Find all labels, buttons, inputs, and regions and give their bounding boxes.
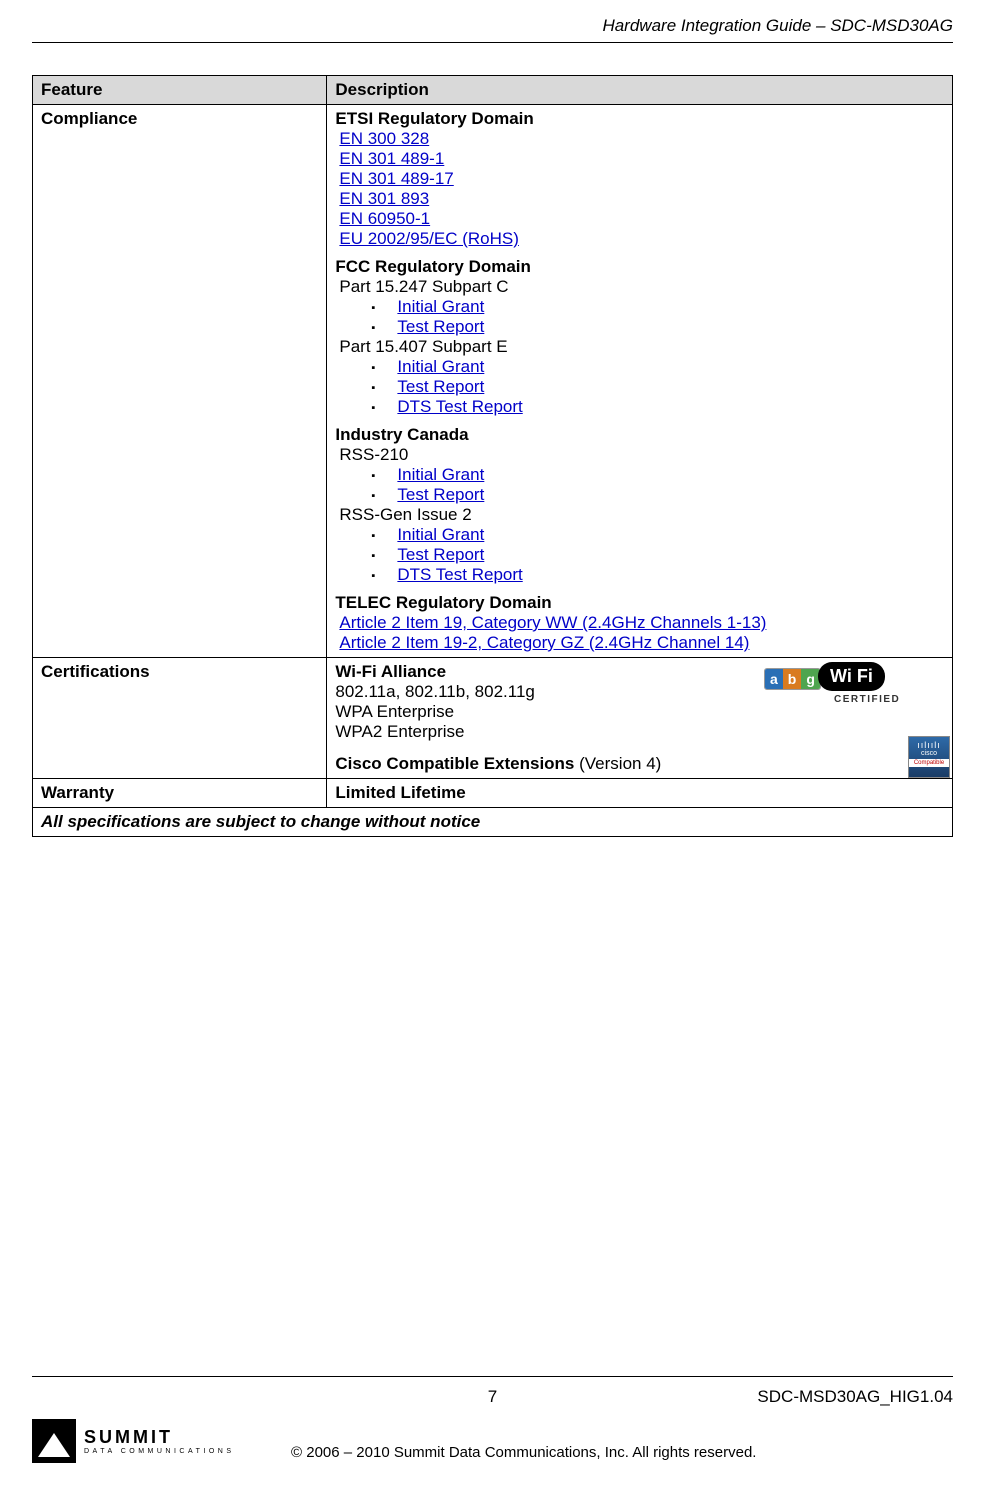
cell-cert-desc: Wi-Fi Alliance 802.11a, 802.11b, 802.11g… [327,658,953,779]
cisco-line: Cisco Compatible Extensions (Version 4) [335,754,761,774]
etsi-link[interactable]: EN 301 489-17 [339,169,453,188]
etsi-link[interactable]: EU 2002/95/EC (RoHS) [339,229,519,248]
wifi-alliance-heading: Wi-Fi Alliance [335,662,761,682]
ic-rssgen-link[interactable]: Initial Grant [397,525,484,544]
spec-table: Feature Description Compliance ETSI Regu… [32,75,953,837]
ic-rssgen-label: RSS-Gen Issue 2 [335,505,944,525]
cisco-rest: (Version 4) [574,754,661,773]
fcc-parte-label: Part 15.407 Subpart E [335,337,944,357]
telec-heading: TELEC Regulatory Domain [335,593,944,613]
header-title: Hardware Integration Guide – SDC-MSD30AG [602,16,953,35]
wifi-line: 802.11a, 802.11b, 802.11g [335,682,761,702]
cell-warranty-value: Limited Lifetime [327,779,953,808]
page-number: 7 [488,1387,497,1407]
telec-link[interactable]: Article 2 Item 19-2, Category GZ (2.4GHz… [339,633,749,652]
summit-logo-icon: SUMMIT DATA COMMUNICATIONS [32,1419,235,1463]
fcc-partc-link[interactable]: Initial Grant [397,297,484,316]
fcc-heading: FCC Regulatory Domain [335,257,944,277]
fcc-partc-link[interactable]: Test Report [397,317,484,336]
row-compliance: Compliance ETSI Regulatory Domain EN 300… [33,105,953,658]
etsi-link[interactable]: EN 301 893 [339,189,429,208]
th-feature: Feature [33,76,327,105]
cell-warranty-feature: Warranty [33,779,327,808]
logo-text-big: SUMMIT [84,1427,235,1448]
cell-compliance-feature: Compliance [33,105,327,658]
cell-notice: All specifications are subject to change… [33,808,953,837]
wifi-line: WPA2 Enterprise [335,722,761,742]
row-notice: All specifications are subject to change… [33,808,953,837]
fcc-parte-link[interactable]: Test Report [397,377,484,396]
fcc-parte-link[interactable]: DTS Test Report [397,397,522,416]
etsi-link[interactable]: EN 301 489-1 [339,149,444,168]
wifi-line: WPA Enterprise [335,702,761,722]
telec-link[interactable]: Article 2 Item 19, Category WW (2.4GHz C… [339,613,766,632]
ic-rss210-link[interactable]: Initial Grant [397,465,484,484]
page-header: Hardware Integration Guide – SDC-MSD30AG [32,0,953,43]
row-warranty: Warranty Limited Lifetime [33,779,953,808]
th-description: Description [327,76,953,105]
ic-rssgen-link[interactable]: DTS Test Report [397,565,522,584]
page-footer: 7 SDC-MSD30AG_HIG1.04 SUMMIT DATA COMMUN… [0,1376,985,1485]
fcc-parte-link[interactable]: Initial Grant [397,357,484,376]
doc-id: SDC-MSD30AG_HIG1.04 [497,1387,953,1407]
etsi-heading: ETSI Regulatory Domain [335,109,944,129]
cisco-bold: Cisco Compatible Extensions [335,754,574,773]
ic-rss210-label: RSS-210 [335,445,944,465]
cell-compliance-desc: ETSI Regulatory Domain EN 300 328 EN 301… [327,105,953,658]
row-certifications: Certifications Wi-Fi Alliance 802.11a, 8… [33,658,953,779]
etsi-link[interactable]: EN 60950-1 [339,209,430,228]
logo-text-small: DATA COMMUNICATIONS [84,1448,235,1455]
fcc-partc-label: Part 15.247 Subpart C [335,277,944,297]
copyright-text: © 2006 – 2010 Summit Data Communications… [235,1444,814,1463]
ic-rss210-link[interactable]: Test Report [397,485,484,504]
ic-heading: Industry Canada [335,425,944,445]
cell-cert-feature: Certifications [33,658,327,779]
cisco-compatible-badge-icon: ıılıılı cisco Compatible [908,736,950,778]
etsi-link[interactable]: EN 300 328 [339,129,429,148]
ic-rssgen-link[interactable]: Test Report [397,545,484,564]
wifi-certified-badge-icon: abg Wi Fi CERTIFIED [764,662,934,722]
